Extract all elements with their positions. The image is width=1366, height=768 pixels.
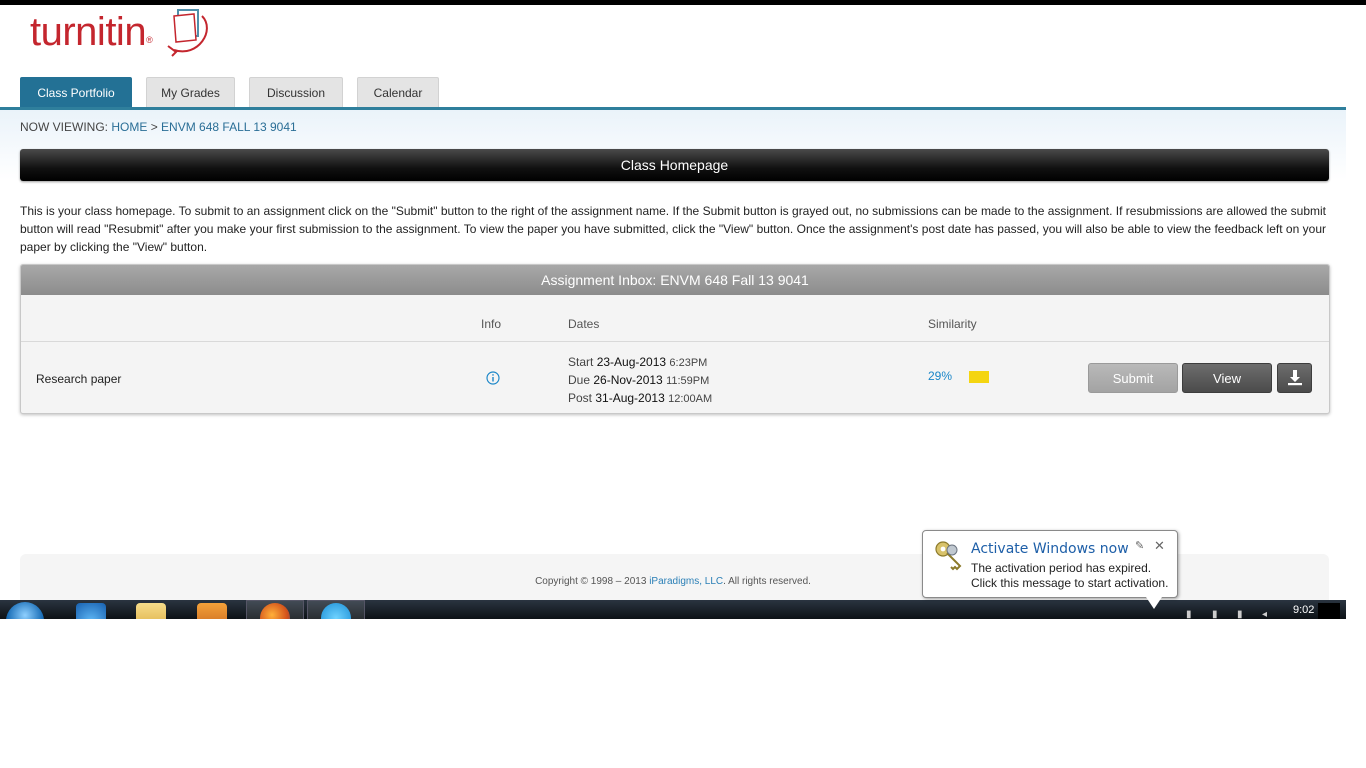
logo-paper-icon — [167, 9, 208, 57]
balloon-line-2: Click this message to start activation. — [971, 576, 1169, 590]
turnitin-logo[interactable]: turnitin® — [28, 6, 228, 62]
windows-taskbar: ▮ ▮ ▮ ◂ 9:02 — [0, 600, 1346, 619]
tray-flag-icon[interactable]: ▮ — [1186, 609, 1192, 619]
logo-text: turnitin — [30, 10, 147, 54]
class-homepage-bar: Class Homepage — [20, 149, 1329, 181]
due-time: 11:59PM — [666, 375, 710, 387]
keys-icon — [935, 541, 962, 571]
post-date: 31-Aug-2013 — [595, 391, 665, 405]
due-date-row: Due 26-Nov-2013 11:59PM — [568, 372, 712, 390]
top-black-bar — [0, 0, 1366, 5]
tray-volume-icon[interactable]: ◂ — [1262, 609, 1267, 619]
start-label: Start — [568, 355, 594, 369]
assignment-dates: Start 23-Aug-2013 6:23PM Due 26-Nov-2013… — [568, 354, 712, 408]
tray-power-icon[interactable]: ▮ — [1237, 609, 1243, 619]
tab-discussion[interactable]: Discussion — [249, 77, 343, 107]
post-date-row: Post 31-Aug-2013 12:00AM — [568, 390, 712, 408]
start-button-icon[interactable] — [6, 602, 44, 619]
registered-mark: ® — [146, 35, 153, 45]
show-desktop-area[interactable] — [1318, 603, 1340, 619]
balloon-title: Activate Windows now — [971, 541, 1129, 557]
post-time: 12:00AM — [668, 393, 713, 405]
file-explorer-icon[interactable] — [136, 603, 166, 619]
due-label: Due — [568, 373, 591, 387]
due-date: 26-Nov-2013 — [593, 373, 663, 387]
post-label: Post — [568, 391, 593, 405]
column-header-similarity: Similarity — [928, 317, 977, 331]
tab-class-portfolio[interactable]: Class Portfolio — [20, 77, 132, 107]
submit-button[interactable]: Submit — [1088, 363, 1178, 393]
column-header-dates: Dates — [568, 317, 600, 331]
similarity-score-link[interactable]: 29% — [928, 369, 952, 383]
download-button[interactable] — [1277, 363, 1312, 393]
header-divider — [21, 341, 1329, 342]
column-header-info: Info — [481, 317, 502, 331]
tray-network-icon[interactable]: ▮ — [1212, 609, 1218, 619]
copyright-prefix: Copyright © 1998 – 2013 — [535, 576, 647, 587]
balloon-options-icon[interactable]: ✎ — [1135, 539, 1144, 552]
start-date: 23-Aug-2013 — [596, 355, 667, 369]
tab-my-grades[interactable]: My Grades — [146, 77, 235, 107]
internet-explorer-icon[interactable] — [76, 603, 106, 619]
tab-calendar[interactable]: Calendar — [357, 77, 439, 107]
assignment-title: Research paper — [36, 372, 122, 386]
breadcrumb-prefix: NOW VIEWING: — [20, 120, 108, 134]
copyright-suffix: . All rights reserved. — [723, 576, 811, 587]
inbox-title: Assignment Inbox: ENVM 648 Fall 13 9041 — [21, 265, 1329, 295]
balloon-close-icon[interactable]: ✕ — [1154, 538, 1165, 554]
info-icon[interactable] — [486, 371, 500, 385]
breadcrumb-separator: > — [150, 120, 158, 134]
breadcrumb-home-link[interactable]: HOME — [111, 120, 147, 134]
balloon-message: The activation period has expired. Click… — [971, 561, 1168, 591]
view-button[interactable]: View — [1182, 363, 1272, 393]
start-time: 6:23PM — [669, 357, 708, 369]
activate-windows-balloon[interactable]: Activate Windows now The activation peri… — [922, 530, 1178, 598]
breadcrumb-current-link[interactable]: ENVM 648 FALL 13 9041 — [161, 120, 297, 134]
download-icon — [1287, 370, 1302, 386]
company-link[interactable]: iParadigms, LLC — [649, 576, 723, 587]
assignment-inbox: Assignment Inbox: ENVM 648 Fall 13 9041 … — [20, 264, 1330, 414]
similarity-color-bar — [969, 371, 989, 383]
balloon-pointer — [1146, 597, 1162, 609]
intro-text: This is your class homepage. To submit t… — [20, 204, 1326, 254]
media-player-icon[interactable] — [197, 603, 227, 619]
start-date-row: Start 23-Aug-2013 6:23PM — [568, 354, 712, 372]
taskbar-clock[interactable]: 9:02 — [1293, 604, 1314, 616]
balloon-line-1: The activation period has expired. — [971, 561, 1152, 575]
breadcrumb: NOW VIEWING: HOME > ENVM 648 FALL 13 904… — [20, 120, 297, 134]
